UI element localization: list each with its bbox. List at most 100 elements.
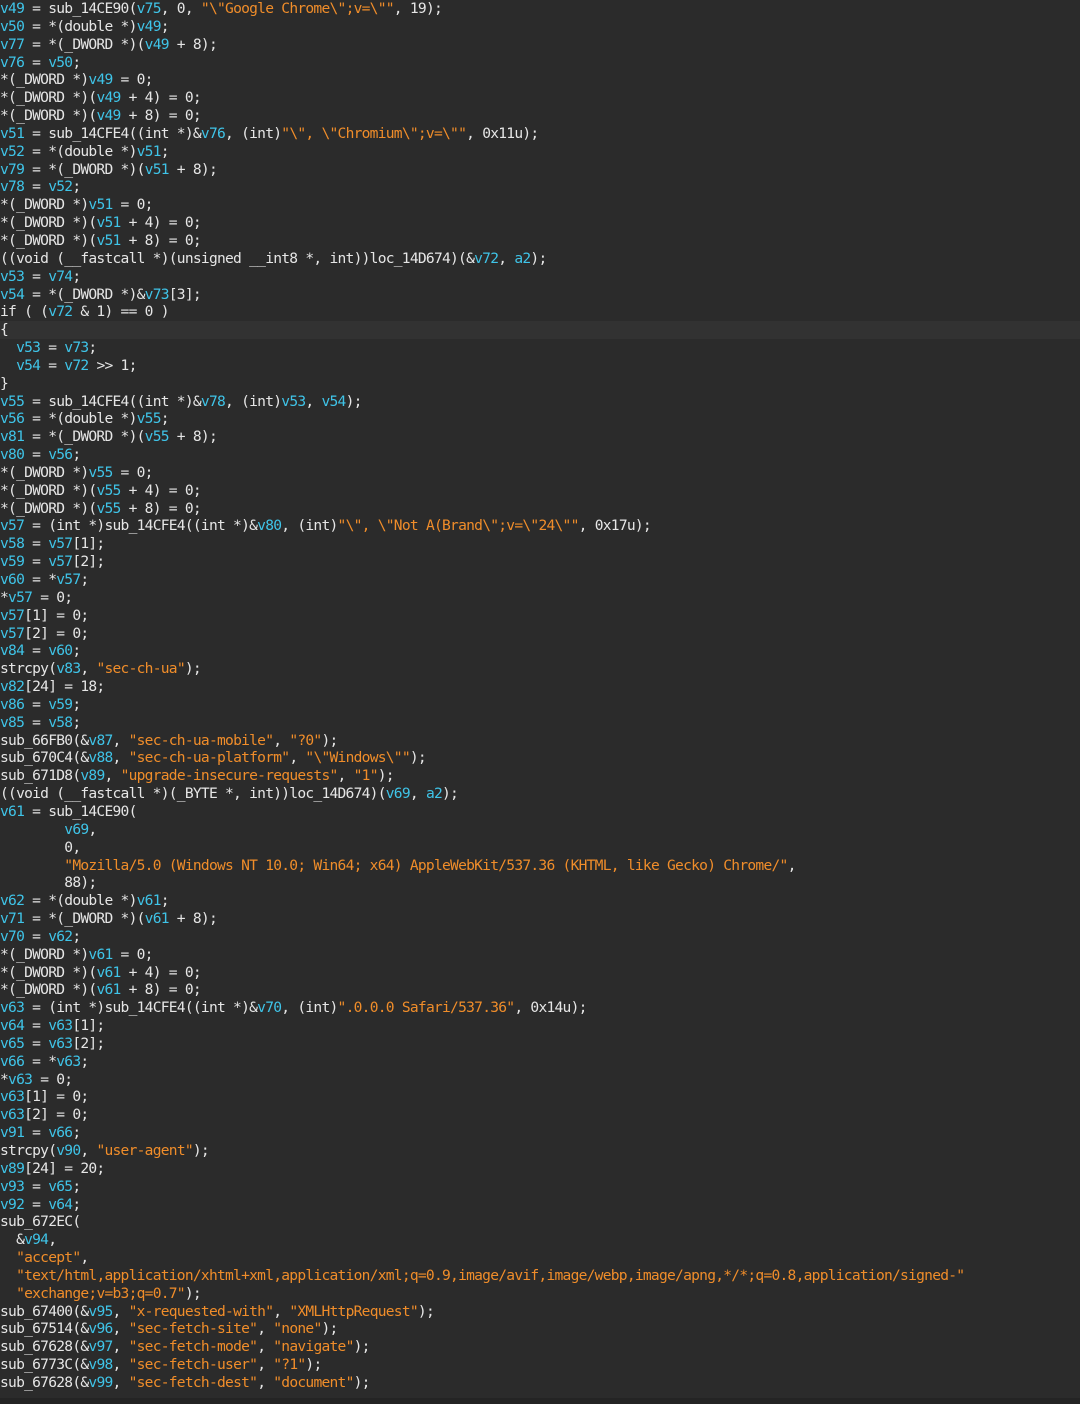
code-line[interactable]: v56 = *(double *)v55; xyxy=(0,410,1080,428)
code-identifier[interactable]: v53 xyxy=(0,268,25,285)
code-identifier[interactable]: v58 xyxy=(48,714,73,731)
code-identifier[interactable]: v53 xyxy=(281,393,306,410)
code-identifier[interactable]: v79 xyxy=(0,161,25,178)
code-line[interactable]: v89[24] = 20; xyxy=(0,1160,1080,1178)
code-line[interactable]: v51 = sub_14CFE4((int *)&v76, (int)"\", … xyxy=(0,125,1080,143)
code-line[interactable]: v54 = *(_DWORD *)&v73[3]; xyxy=(0,286,1080,304)
code-line[interactable]: *(_DWORD *)(v51 + 8) = 0; xyxy=(0,232,1080,250)
code-line[interactable]: v50 = *(double *)v49; xyxy=(0,18,1080,36)
code-line[interactable]: v65 = v63[2]; xyxy=(0,1035,1080,1053)
code-identifier[interactable]: v61 xyxy=(96,981,121,998)
code-line[interactable]: "Mozilla/5.0 (Windows NT 10.0; Win64; x6… xyxy=(0,857,1080,875)
code-line[interactable]: v79 = *(_DWORD *)(v51 + 8); xyxy=(0,161,1080,179)
code-identifier[interactable]: v52 xyxy=(0,143,25,160)
code-line[interactable]: sub_67514(&v96, "sec-fetch-site", "none"… xyxy=(0,1320,1080,1338)
code-identifier[interactable]: v61 xyxy=(96,964,121,981)
code-identifier[interactable]: v90 xyxy=(56,1142,81,1159)
code-identifier[interactable]: v76 xyxy=(201,125,226,142)
code-identifier[interactable]: v57 xyxy=(48,553,73,570)
code-identifier[interactable]: v60 xyxy=(0,571,25,588)
code-identifier[interactable]: v87 xyxy=(88,732,113,749)
code-identifier[interactable]: v98 xyxy=(88,1356,113,1373)
code-line[interactable]: *(_DWORD *)v51 = 0; xyxy=(0,196,1080,214)
code-line[interactable]: *(_DWORD *)v49 = 0; xyxy=(0,71,1080,89)
code-identifier[interactable]: v66 xyxy=(0,1053,25,1070)
code-identifier[interactable]: v85 xyxy=(0,714,25,731)
code-line[interactable]: v81 = *(_DWORD *)(v55 + 8); xyxy=(0,428,1080,446)
code-identifier[interactable]: v57 xyxy=(48,535,73,552)
code-identifier[interactable]: v61 xyxy=(137,892,162,909)
code-identifier[interactable]: v69 xyxy=(386,785,411,802)
code-identifier[interactable]: v57 xyxy=(0,607,25,624)
code-line[interactable]: sub_66FB0(&v87, "sec-ch-ua-mobile", "?0"… xyxy=(0,732,1080,750)
code-line[interactable]: v58 = v57[1]; xyxy=(0,535,1080,553)
code-line[interactable]: v93 = v65; xyxy=(0,1178,1080,1196)
code-line[interactable]: sub_67628(&v97, "sec-fetch-mode", "navig… xyxy=(0,1338,1080,1356)
code-identifier[interactable]: v60 xyxy=(48,642,73,659)
code-identifier[interactable]: v51 xyxy=(137,143,162,160)
code-identifier[interactable]: v52 xyxy=(48,178,73,195)
code-identifier[interactable]: v72 xyxy=(64,357,89,374)
code-identifier[interactable]: v54 xyxy=(0,286,25,303)
pseudocode-view[interactable]: v49 = sub_14CE90(v75, 0, "\"Google Chrom… xyxy=(0,0,1080,1404)
code-line[interactable]: *(_DWORD *)(v61 + 8) = 0; xyxy=(0,981,1080,999)
code-identifier[interactable]: v57 xyxy=(8,589,33,606)
code-identifier[interactable]: v72 xyxy=(474,250,499,267)
code-identifier[interactable]: v71 xyxy=(0,910,25,927)
code-identifier[interactable]: v73 xyxy=(64,339,89,356)
code-line[interactable]: v70 = v62; xyxy=(0,928,1080,946)
code-line[interactable]: v71 = *(_DWORD *)(v61 + 8); xyxy=(0,910,1080,928)
code-identifier[interactable]: v92 xyxy=(0,1196,25,1213)
code-line[interactable]: sub_67400(&v95, "x-requested-with", "XML… xyxy=(0,1303,1080,1321)
code-line[interactable]: v53 = v74; xyxy=(0,268,1080,286)
code-identifier[interactable]: v63 xyxy=(8,1071,33,1088)
code-identifier[interactable]: v63 xyxy=(56,1053,81,1070)
code-identifier[interactable]: v49 xyxy=(96,107,121,124)
code-identifier[interactable]: v74 xyxy=(48,268,73,285)
code-line[interactable]: strcpy(v83, "sec-ch-ua"); xyxy=(0,660,1080,678)
code-line[interactable]: v54 = v72 >> 1; xyxy=(0,357,1080,375)
code-identifier[interactable]: v97 xyxy=(88,1338,113,1355)
code-identifier[interactable]: v63 xyxy=(48,1017,73,1034)
code-identifier[interactable]: v50 xyxy=(48,54,73,71)
code-line[interactable]: v53 = v73; xyxy=(0,339,1080,357)
code-line[interactable]: "accept", xyxy=(0,1249,1080,1267)
code-identifier[interactable]: v76 xyxy=(0,54,25,71)
code-identifier[interactable]: a2 xyxy=(426,785,443,802)
code-line[interactable]: *(_DWORD *)(v55 + 8) = 0; xyxy=(0,500,1080,518)
code-identifier[interactable]: v50 xyxy=(0,18,25,35)
code-line[interactable]: sub_671D8(v89, "upgrade-insecure-request… xyxy=(0,767,1080,785)
code-line[interactable]: *v57 = 0; xyxy=(0,589,1080,607)
code-line[interactable]: *(_DWORD *)(v49 + 8) = 0; xyxy=(0,107,1080,125)
code-identifier[interactable]: v57 xyxy=(0,517,25,534)
code-identifier[interactable]: v83 xyxy=(56,660,81,677)
code-identifier[interactable]: v57 xyxy=(56,571,81,588)
code-identifier[interactable]: v80 xyxy=(257,517,282,534)
code-identifier[interactable]: v55 xyxy=(137,410,162,427)
code-identifier[interactable]: v63 xyxy=(48,1035,73,1052)
code-line[interactable]: ((void (__fastcall *)(_BYTE *, int))loc_… xyxy=(0,785,1080,803)
code-identifier[interactable]: v91 xyxy=(0,1124,25,1141)
code-line[interactable]: v84 = v60; xyxy=(0,642,1080,660)
code-identifier[interactable]: v93 xyxy=(0,1178,25,1195)
code-identifier[interactable]: v49 xyxy=(88,71,113,88)
code-line[interactable]: *v63 = 0; xyxy=(0,1071,1080,1089)
code-identifier[interactable]: v81 xyxy=(0,428,25,445)
code-identifier[interactable]: v78 xyxy=(201,393,226,410)
code-identifier[interactable]: v70 xyxy=(0,928,25,945)
code-identifier[interactable]: v88 xyxy=(88,749,113,766)
code-identifier[interactable]: v55 xyxy=(88,464,113,481)
code-identifier[interactable]: v63 xyxy=(0,1088,25,1105)
code-identifier[interactable]: v82 xyxy=(0,678,25,695)
code-identifier[interactable]: v78 xyxy=(0,178,25,195)
code-line[interactable]: if ( (v72 & 1) == 0 ) xyxy=(0,303,1080,321)
code-identifier[interactable]: v63 xyxy=(0,999,25,1016)
code-line[interactable]: v78 = v52; xyxy=(0,178,1080,196)
code-line[interactable]: v76 = v50; xyxy=(0,54,1080,72)
code-line[interactable]: *(_DWORD *)(v49 + 4) = 0; xyxy=(0,89,1080,107)
code-identifier[interactable]: v61 xyxy=(0,803,25,820)
code-line[interactable]: sub_670C4(&v88, "sec-ch-ua-platform", "\… xyxy=(0,749,1080,767)
code-identifier[interactable]: v64 xyxy=(48,1196,73,1213)
code-identifier[interactable]: v58 xyxy=(0,535,25,552)
code-identifier[interactable]: v59 xyxy=(0,553,25,570)
